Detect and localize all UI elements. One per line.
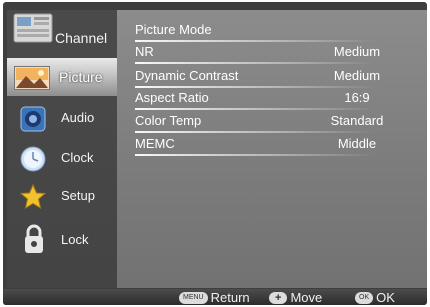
sidebar-item-label: Clock: [61, 150, 94, 165]
hint-return-label: Return: [210, 290, 250, 305]
row-divider: [135, 131, 375, 133]
menu-row-picture-mode[interactable]: Picture Mode: [117, 20, 427, 42]
menu-key-icon: MENU: [179, 291, 208, 304]
menu-row-value: Medium: [333, 44, 381, 59]
menu-row-aspect-ratio[interactable]: Aspect Ratio 16:9: [117, 88, 427, 110]
osd-frame: Channel Picture Audio Clock Setup Lock P…: [3, 2, 427, 305]
sidebar-item-channel[interactable]: Channel: [7, 10, 117, 48]
row-divider: [135, 154, 375, 156]
sidebar-item-lock[interactable]: Lock: [7, 220, 117, 258]
row-divider: [135, 108, 375, 110]
menu-row-color-temp[interactable]: Color Temp Standard: [117, 111, 427, 133]
audio-speaker-icon: [20, 106, 46, 137]
channel-grid-icon: [13, 13, 53, 48]
setup-star-icon: [19, 183, 47, 215]
menu-row-value: Medium: [333, 68, 381, 83]
menu-row-memc[interactable]: MEMC Middle: [117, 134, 427, 156]
sidebar-item-label: Lock: [61, 232, 89, 247]
hint-return: MENU Return: [179, 290, 250, 305]
menu-row-dynamic-contrast[interactable]: Dynamic Contrast Medium: [117, 66, 427, 88]
hint-move-label: Move: [290, 290, 323, 305]
menu-row-label: Dynamic Contrast: [135, 68, 239, 83]
picture-settings-panel: Picture Mode NR Medium Dynamic Contrast …: [117, 10, 427, 288]
hint-ok: OK OK: [355, 290, 395, 305]
sidebar-item-picture[interactable]: Picture: [7, 58, 117, 96]
sidebar-item-label: Audio: [61, 110, 95, 125]
sidebar-item-clock[interactable]: Clock: [7, 140, 117, 178]
sidebar-menu: Channel Picture Audio Clock Setup Lock: [7, 10, 117, 288]
sidebar-item-label: Picture: [59, 69, 103, 85]
move-arrows-icon: +: [269, 291, 288, 304]
row-divider: [135, 62, 375, 64]
menu-row-label: Color Temp: [135, 113, 202, 128]
picture-landscape-icon: [14, 66, 50, 95]
menu-row-label: MEMC: [135, 136, 175, 151]
sidebar-item-label: Channel: [55, 30, 108, 46]
menu-row-value: 16:9: [344, 90, 370, 105]
menu-row-value: Standard: [330, 113, 384, 128]
menu-row-value: Middle: [337, 136, 377, 151]
menu-row-label: Picture Mode: [135, 22, 212, 37]
hint-ok-label: OK: [376, 290, 395, 305]
clock-icon: [20, 146, 46, 177]
hint-move: + Move: [269, 290, 322, 305]
sidebar-item-setup[interactable]: Setup: [7, 178, 117, 216]
menu-row-nr[interactable]: NR Medium: [117, 42, 427, 64]
ok-key-icon: OK: [355, 291, 374, 304]
sidebar-item-label: Setup: [61, 188, 95, 203]
menu-row-label: NR: [135, 44, 154, 59]
lock-icon: [23, 223, 45, 260]
key-hint-bar: MENU Return + Move OK OK: [3, 289, 427, 305]
sidebar-item-audio[interactable]: Audio: [7, 100, 117, 138]
menu-row-label: Aspect Ratio: [135, 90, 209, 105]
